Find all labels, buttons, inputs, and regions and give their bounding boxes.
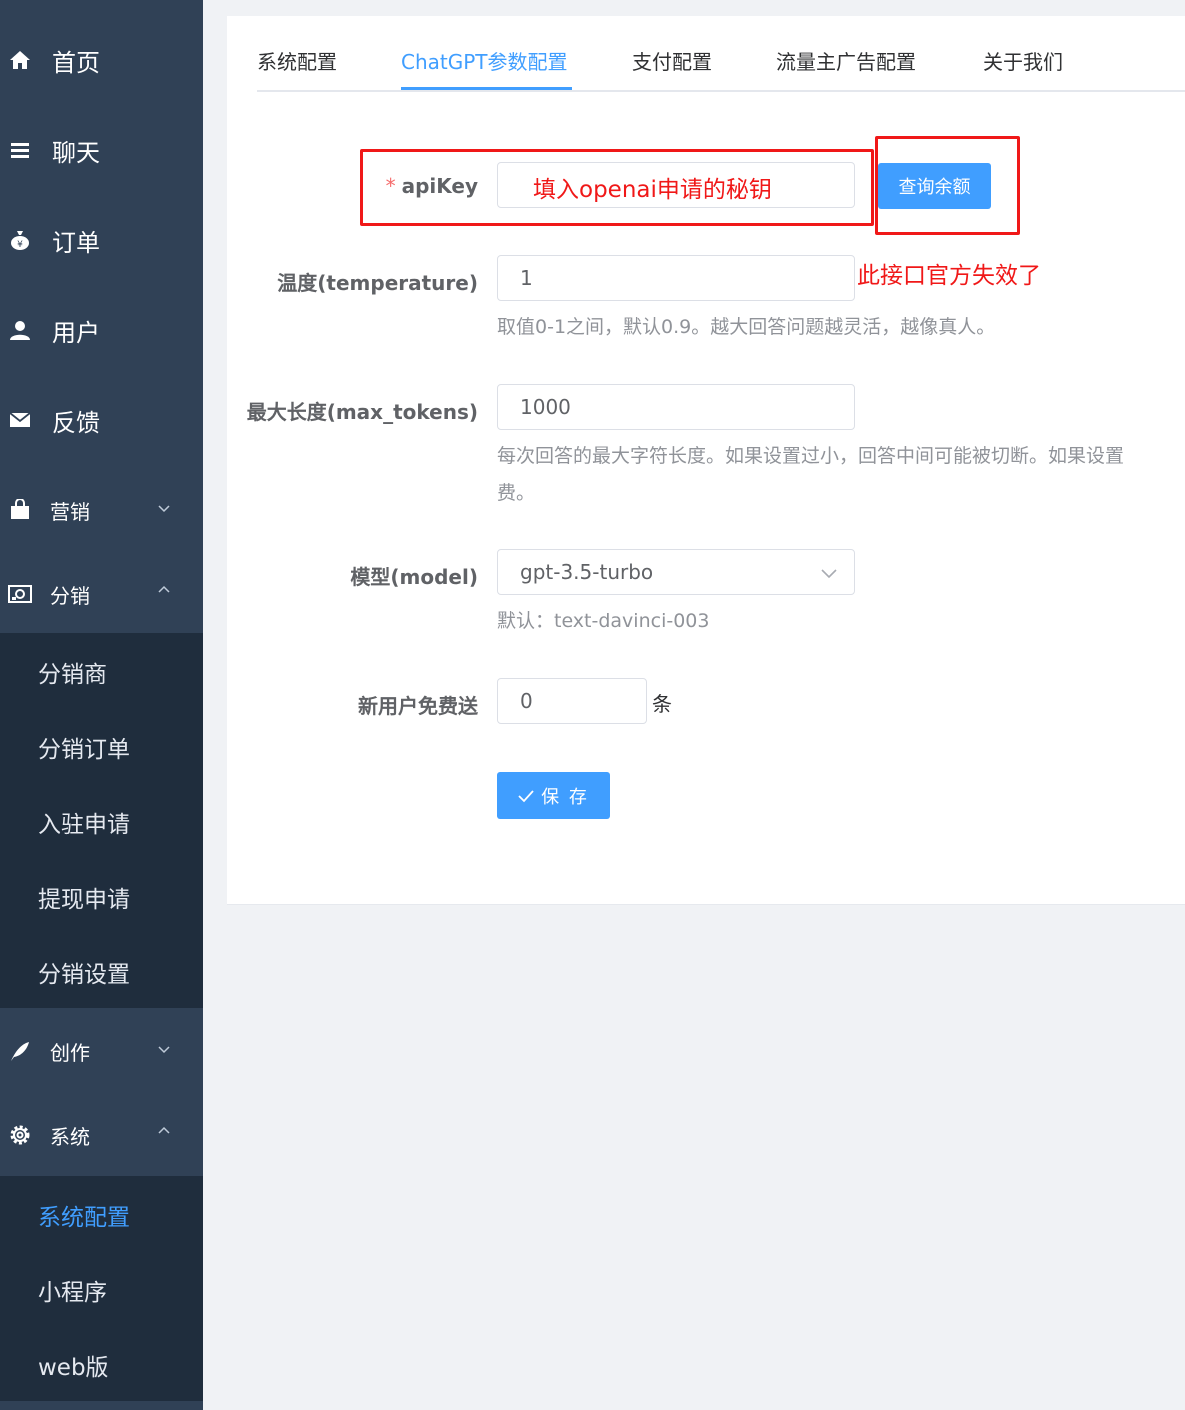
user-icon xyxy=(8,318,32,342)
apikey-annotation-text: 填入openai申请的秘钥 xyxy=(533,177,772,203)
save-button[interactable]: 保 存 xyxy=(497,772,610,819)
sidebar-item-chat[interactable]: 聊天 xyxy=(0,130,203,170)
sidebar-group-marketing[interactable]: 营销 xyxy=(0,490,203,530)
active-tab-indicator xyxy=(401,87,572,90)
tab-ad-config[interactable]: 流量主广告配置 xyxy=(776,46,916,75)
list-icon xyxy=(8,138,32,162)
sidebar-group-creation[interactable]: 创作 xyxy=(0,1031,203,1071)
sidebar-item-label: 反馈 xyxy=(52,408,100,437)
model-hint: 默认：text-davinci-003 xyxy=(497,610,710,632)
home-icon xyxy=(8,48,32,72)
tab-payment-config[interactable]: 支付配置 xyxy=(632,46,712,75)
system-submenu: 系统配置 小程序 web版 xyxy=(0,1176,203,1401)
sidebar-group-label: 创作 xyxy=(50,1040,90,1065)
sidebar-item-home[interactable]: 首页 xyxy=(0,40,203,80)
sidebar-subitem-system-config[interactable]: 系统配置 xyxy=(38,1198,130,1232)
free-messages-unit: 条 xyxy=(652,692,672,716)
sidebar-item-label: 用户 xyxy=(52,318,100,347)
temperature-label: 温度(temperature) xyxy=(277,271,478,295)
sidebar-group-label: 营销 xyxy=(50,499,90,524)
sidebar-subitem-web[interactable]: web版 xyxy=(38,1348,109,1382)
chevron-down-icon xyxy=(821,569,837,579)
money-bag-icon: ¥ xyxy=(8,228,32,252)
feather-icon xyxy=(8,1039,32,1063)
free-messages-label: 新用户免费送 xyxy=(358,694,478,718)
sidebar-subitem-distributors[interactable]: 分销商 xyxy=(38,655,107,689)
max-tokens-input[interactable] xyxy=(497,384,855,430)
mail-icon xyxy=(8,408,32,432)
chevron-up-icon xyxy=(158,585,170,593)
model-select-value: gpt-3.5-turbo xyxy=(520,560,654,584)
temperature-hint: 取值0-1之间，默认0.9。越大回答问题越灵活，越像真人。 xyxy=(497,316,996,338)
gear-icon xyxy=(8,1123,32,1147)
sidebar-item-users[interactable]: 用户 xyxy=(0,310,203,350)
svg-text:¥: ¥ xyxy=(17,240,23,250)
sidebar-group-label: 系统 xyxy=(50,1124,90,1149)
max-tokens-hint: 每次回答的最大字符长度。如果设置过小，回答中间可能被切断。如果设置 xyxy=(497,445,1125,467)
sidebar-subitem-mini-program[interactable]: 小程序 xyxy=(38,1273,107,1307)
tab-system-config[interactable]: 系统配置 xyxy=(257,46,337,75)
sidebar-group-distribution[interactable]: 分销 xyxy=(0,574,203,614)
sidebar-subitem-distribution-orders[interactable]: 分销订单 xyxy=(38,730,130,764)
balance-annotation-box xyxy=(875,136,1020,235)
sidebar-subitem-join-applications[interactable]: 入驻申请 xyxy=(38,805,130,839)
tab-bar: 系统配置 ChatGPT参数配置 支付配置 流量主广告配置 关于我们 xyxy=(257,16,1185,92)
sidebar-subitem-distribution-settings[interactable]: 分销设置 xyxy=(38,955,130,989)
max-tokens-label: 最大长度(max_tokens) xyxy=(246,400,478,424)
sidebar-item-feedback[interactable]: 反馈 xyxy=(0,400,203,440)
tab-about-us[interactable]: 关于我们 xyxy=(983,46,1063,75)
distribution-icon xyxy=(8,582,32,606)
chevron-up-icon xyxy=(158,1126,170,1134)
distribution-submenu: 分销商 分销订单 入驻申请 提现申请 分销设置 xyxy=(0,633,203,1008)
sidebar-item-label: 订单 xyxy=(52,228,100,257)
chevron-down-icon xyxy=(158,505,170,513)
max-tokens-hint-continued: 费。 xyxy=(497,482,536,504)
sidebar-subitem-withdrawal-applications[interactable]: 提现申请 xyxy=(38,880,130,914)
sidebar-item-orders[interactable]: ¥ 订单 xyxy=(0,220,203,260)
save-button-label: 保 存 xyxy=(541,786,589,808)
shopping-bag-icon xyxy=(8,498,32,522)
free-messages-input[interactable] xyxy=(497,678,647,724)
sidebar-group-system[interactable]: 系统 xyxy=(0,1115,203,1155)
model-label: 模型(model) xyxy=(350,565,478,589)
balance-annotation-text: 此接口官方失效了 xyxy=(857,263,1041,289)
temperature-input[interactable] xyxy=(497,255,855,301)
sidebar-item-label: 首页 xyxy=(52,48,100,77)
check-icon xyxy=(518,789,534,802)
tab-chatgpt-params[interactable]: ChatGPT参数配置 xyxy=(401,46,568,75)
model-select[interactable]: gpt-3.5-turbo xyxy=(497,549,855,595)
sidebar: 首页 聊天 ¥ 订单 用户 反馈 营销 分销 分销商 分销订单 入驻申请 提现申… xyxy=(0,0,203,1410)
chevron-down-icon xyxy=(158,1046,170,1054)
sidebar-item-label: 聊天 xyxy=(52,138,100,167)
sidebar-group-label: 分销 xyxy=(50,583,90,608)
